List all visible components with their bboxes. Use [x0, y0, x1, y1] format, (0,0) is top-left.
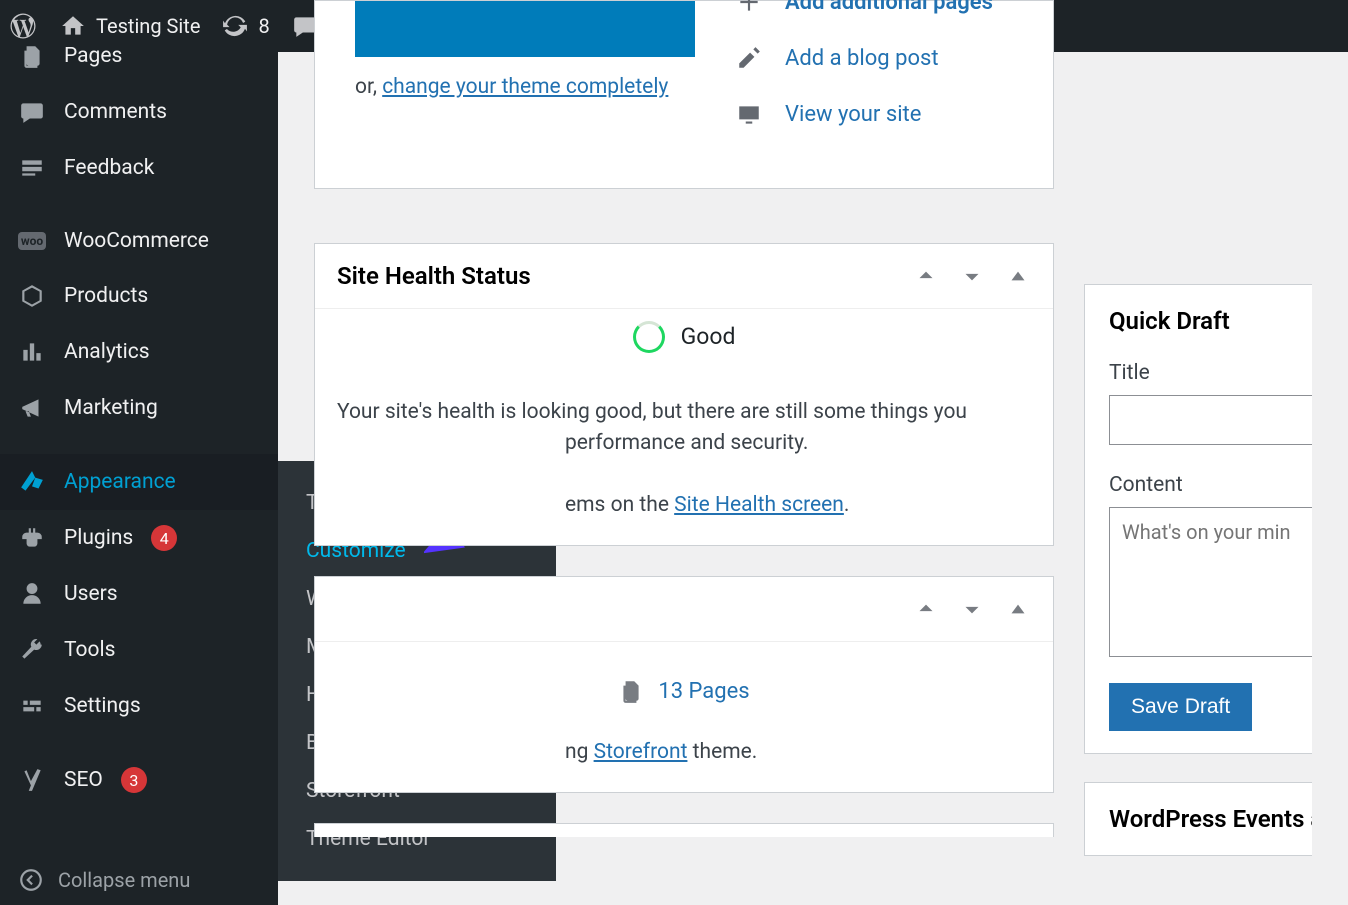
plugins-icon — [18, 525, 46, 551]
move-up-icon[interactable] — [913, 263, 939, 289]
analytics-icon — [18, 339, 46, 365]
health-para1: Your site's health is looking good, but … — [337, 397, 1031, 429]
content-label: Content — [1109, 473, 1312, 497]
quick-draft-panel: Quick Draft Title Content Save Draft — [1084, 284, 1312, 754]
site-health-panel: Site Health Status Good Your site's heal… — [314, 243, 1054, 547]
site-health-link[interactable]: Site Health screen — [674, 493, 844, 517]
sidebar-item-analytics[interactable]: Analytics — [0, 324, 278, 380]
running-suffix: theme. — [687, 740, 757, 764]
edit-icon — [735, 45, 763, 71]
woo-icon: woo — [18, 232, 46, 250]
view-site-row[interactable]: View your site — [735, 101, 1079, 127]
panel-title: Site Health Status — [337, 262, 531, 290]
add-pages-link[interactable]: Add additional pages — [785, 0, 993, 15]
save-draft-button[interactable]: Save Draft — [1109, 683, 1252, 731]
sidebar-item-settings[interactable]: Settings — [0, 678, 278, 734]
change-theme-link[interactable]: change your theme completely — [382, 75, 668, 99]
panel-title — [337, 595, 343, 623]
feedback-icon — [18, 155, 46, 181]
health-suffix: . — [844, 493, 850, 517]
sidebar-label: Users — [64, 582, 118, 606]
collapse-icon — [18, 867, 44, 893]
collapse-label: Collapse menu — [58, 868, 190, 892]
sidebar-label: WooCommerce — [64, 229, 209, 253]
title-label: Title — [1109, 361, 1312, 385]
toggle-icon[interactable] — [1005, 263, 1031, 289]
panel-title: WordPress Events ar — [1109, 805, 1312, 833]
comment-icon — [18, 99, 46, 125]
collapse-menu[interactable]: Collapse menu — [0, 855, 278, 905]
next-panel — [314, 823, 1054, 837]
plus-icon — [735, 0, 763, 15]
sidebar-item-appearance[interactable]: Appearance — [0, 454, 278, 510]
right-column: Quick Draft Title Content Save Draft Wor… — [1084, 284, 1312, 867]
panel-title: Quick Draft — [1109, 307, 1312, 335]
health-good-label: Good — [681, 323, 736, 350]
sidebar-item-feedback[interactable]: Feedback — [0, 140, 278, 196]
sidebar-item-seo[interactable]: SEO 3 — [0, 752, 278, 808]
events-panel: WordPress Events ar — [1084, 782, 1312, 856]
products-icon — [18, 283, 46, 309]
add-post-link[interactable]: Add a blog post — [785, 46, 939, 71]
sidebar-label: Pages — [64, 44, 122, 68]
sidebar-item-marketing[interactable]: Marketing — [0, 380, 278, 436]
add-pages-row[interactable]: Add additional pages — [735, 0, 1079, 15]
marketing-icon — [18, 395, 46, 421]
monitor-icon — [735, 101, 763, 127]
sidebar-label: Analytics — [64, 340, 150, 364]
settings-icon — [18, 693, 46, 719]
sidebar-label: Tools — [64, 638, 115, 662]
sidebar-label: Products — [64, 284, 148, 308]
sidebar-label: Appearance — [64, 470, 176, 494]
yoast-icon — [18, 767, 46, 793]
move-up-icon[interactable] — [913, 596, 939, 622]
move-down-icon[interactable] — [959, 596, 985, 622]
health-text: ems on the — [565, 493, 674, 517]
add-post-row[interactable]: Add a blog post — [735, 45, 1079, 71]
view-site-link[interactable]: View your site — [785, 102, 921, 127]
plugins-badge: 4 — [151, 525, 177, 551]
tools-icon — [18, 637, 46, 663]
sidebar-item-users[interactable]: Users — [0, 566, 278, 622]
dashboard-main: or, change your theme completely Add add… — [278, 52, 1348, 905]
sidebar-item-woocommerce[interactable]: woo WooCommerce — [0, 214, 278, 268]
sidebar-label: Feedback — [64, 156, 154, 180]
sidebar-label: Marketing — [64, 396, 158, 420]
sidebar-item-products[interactable]: Products — [0, 268, 278, 324]
welcome-panel: or, change your theme completely Add add… — [314, 0, 1054, 189]
pages-count-link[interactable]: 13 Pages — [658, 679, 749, 704]
toggle-icon[interactable] — [1005, 596, 1031, 622]
health-para1b: performance and security. — [337, 428, 1031, 460]
sidebar-item-plugins[interactable]: Plugins 4 — [0, 510, 278, 566]
sidebar-label: SEO — [64, 768, 103, 792]
health-ring-icon — [633, 321, 665, 353]
sidebar-item-pages[interactable]: Pages — [0, 28, 278, 84]
sidebar-label: Comments — [64, 100, 167, 124]
users-icon — [18, 581, 46, 607]
appearance-icon — [18, 469, 46, 495]
at-a-glance-panel: 13 Pages ng Storefront theme. — [314, 576, 1054, 793]
admin-sidebar: Pages Comments Feedback woo WooCommerce … — [0, 52, 278, 905]
panel-controls — [913, 263, 1031, 289]
pages-icon — [618, 678, 644, 704]
seo-badge: 3 — [121, 767, 147, 793]
sidebar-item-comments[interactable]: Comments — [0, 84, 278, 140]
customize-site-button[interactable] — [355, 1, 695, 57]
draft-content-input[interactable] — [1109, 507, 1312, 657]
running-text: ng — [565, 740, 594, 764]
or-text: or, — [355, 75, 382, 99]
draft-title-input[interactable] — [1109, 395, 1312, 445]
sidebar-label: Plugins — [64, 526, 133, 550]
move-down-icon[interactable] — [959, 263, 985, 289]
sidebar-label: Settings — [64, 694, 141, 718]
theme-link[interactable]: Storefront — [594, 740, 688, 764]
panel-controls — [913, 596, 1031, 622]
sidebar-item-tools[interactable]: Tools — [0, 622, 278, 678]
pages-icon — [18, 43, 46, 69]
